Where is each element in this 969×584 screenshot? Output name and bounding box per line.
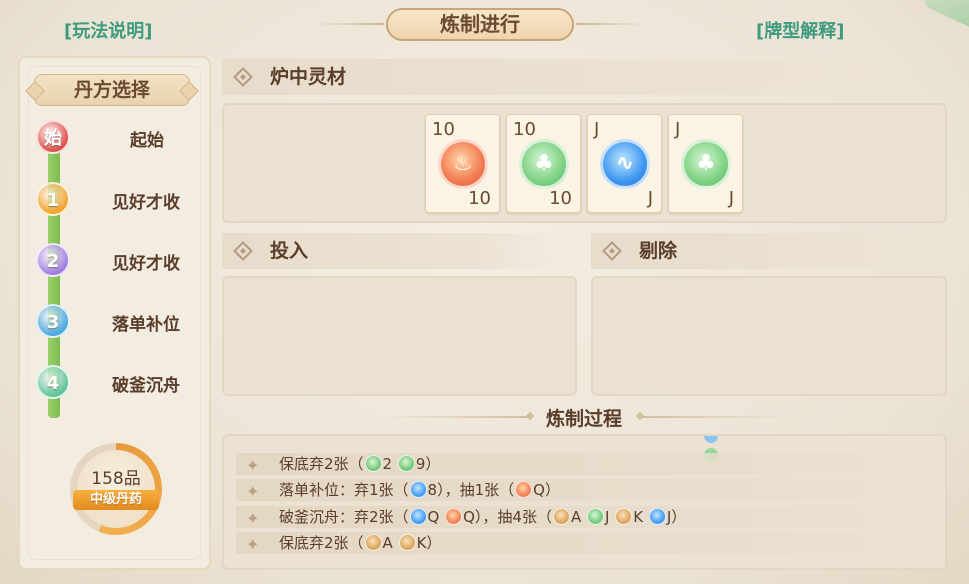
diamond-icon xyxy=(233,67,253,87)
fire-icon: ♨ xyxy=(438,139,488,189)
furnace-box xyxy=(222,103,947,223)
material-card[interactable]: 10 ♣ 10 xyxy=(506,114,581,213)
orb-glyph: ∿ xyxy=(615,151,635,176)
process-log-text: 落单补位：弃1张（ 8），抽1张（ Q） xyxy=(279,481,560,499)
grade-gauge: 158品 中级丹药 xyxy=(70,443,162,535)
recipe-step-1[interactable]: 1 见好才收 xyxy=(36,182,206,218)
rules-link[interactable]: [玩法说明] xyxy=(64,17,152,43)
grade-value: 158品 xyxy=(91,469,141,489)
material-card[interactable]: J ♣ J xyxy=(668,114,743,213)
earth-icon xyxy=(552,508,570,525)
grade-label: 中级丹药 xyxy=(73,490,159,510)
page-title-banner: 炼制进行 xyxy=(314,8,646,41)
fire-icon xyxy=(445,508,463,525)
wood-icon xyxy=(364,455,382,472)
page-title: 炼制进行 xyxy=(386,8,574,41)
process-divider xyxy=(380,416,530,418)
recipe-step-4[interactable]: 4 破釜沉舟 xyxy=(36,365,206,401)
wood-icon xyxy=(587,508,605,525)
remove-drop-area[interactable] xyxy=(591,276,947,396)
grade-gauge-inner: 158品 中级丹药 xyxy=(73,450,159,528)
process-log[interactable]: ✦ 保底弃2张（ 2 9） ✦ 落单补位：弃1张（ 8），抽1张（ Q） ✦ 破釜沉舟：弃2张（… xyxy=(222,434,947,570)
recipe-step-0[interactable]: 始 起始 xyxy=(36,120,206,156)
card-types-link[interactable]: [牌型解释] xyxy=(756,17,844,43)
step-badge-icon: 4 xyxy=(36,365,70,399)
step-badge-icon: 始 xyxy=(36,120,70,154)
earth-icon xyxy=(364,534,382,551)
recipe-step-label: 落单补位 xyxy=(112,315,180,335)
orb-glyph: ♨ xyxy=(453,151,473,176)
wood-icon: ♣ xyxy=(681,139,731,189)
card-rank: 10 xyxy=(432,119,455,140)
remove-header: 剔除 xyxy=(591,233,947,269)
process-title: 炼制过程 xyxy=(546,408,623,430)
step-badge-icon: 3 xyxy=(36,304,70,338)
input-drop-area[interactable] xyxy=(222,276,577,396)
recipe-step-label: 破釜沉舟 xyxy=(112,376,180,396)
recipe-step-label: 起始 xyxy=(130,131,164,151)
input-title: 投入 xyxy=(270,240,309,262)
wood-icon xyxy=(397,455,415,472)
water-icon xyxy=(409,481,427,498)
diamond-icon xyxy=(233,241,253,261)
recipe-panel: 丹方选择 始 起始 1 见好才收 2 见好才收 3 落单补位 4 破釜沉舟 158品 中级丹药 xyxy=(18,56,211,570)
material-card[interactable]: J ∿ J xyxy=(587,114,662,213)
process-log-row: ✦ 落单补位：弃1张（ 8），抽1张（ Q） xyxy=(236,479,940,501)
title-divider xyxy=(314,23,384,25)
orb-glyph: ♣ xyxy=(696,151,716,176)
card-rank: J xyxy=(594,119,600,140)
material-card[interactable]: 10 ♨ 10 xyxy=(425,114,500,213)
card-rank: J xyxy=(647,188,653,209)
game-screen: [玩法说明] [牌型解释] 炼制进行 丹方选择 始 起始 1 见好才收 2 见好才收 3 落单… xyxy=(0,0,969,584)
step-badge-icon: 2 xyxy=(36,243,70,277)
step-badge-icon: 1 xyxy=(36,182,70,216)
diamond-icon xyxy=(602,241,622,261)
card-rank: 10 xyxy=(468,188,491,209)
water-icon xyxy=(648,508,666,525)
recipe-panel-title: 丹方选择 xyxy=(34,74,190,106)
input-header: 投入 xyxy=(222,233,577,269)
sparkle-icon: ✦ xyxy=(246,535,260,554)
process-log-row: ✦ 保底弃2张（ 2 9） xyxy=(236,453,940,475)
sparkle-icon: ✦ xyxy=(246,509,260,528)
corner-decoration xyxy=(923,0,969,31)
recipe-step-2[interactable]: 2 见好才收 xyxy=(36,243,206,279)
remove-title: 剔除 xyxy=(639,240,678,262)
water-icon: ∿ xyxy=(600,139,650,189)
furnace-header: 炉中灵材 xyxy=(222,59,947,95)
scrolled-icons xyxy=(704,436,744,462)
card-rank: J xyxy=(675,119,681,140)
earth-icon xyxy=(398,534,416,551)
sparkle-icon: ✦ xyxy=(246,456,260,475)
process-log-text: 保底弃2张（ A K） xyxy=(279,534,442,552)
fire-icon xyxy=(515,481,533,498)
recipe-step-3[interactable]: 3 落单补位 xyxy=(36,304,206,340)
earth-icon xyxy=(615,508,633,525)
process-log-text: 破釜沉舟：弃2张（ Q Q），抽4张（ A J K J） xyxy=(279,508,687,526)
process-log-row: ✦ 破釜沉舟：弃2张（ Q Q），抽4张（ A J K J） xyxy=(236,506,940,528)
card-rank: 10 xyxy=(549,188,572,209)
recipe-step-label: 见好才收 xyxy=(112,193,180,213)
title-divider xyxy=(576,23,646,25)
furnace-title: 炉中灵材 xyxy=(270,66,347,88)
card-rank: 10 xyxy=(513,119,536,140)
wood-icon: ♣ xyxy=(519,139,569,189)
card-rank: J xyxy=(728,188,734,209)
water-icon xyxy=(409,508,427,525)
process-divider xyxy=(640,416,790,418)
recipe-step-label: 见好才收 xyxy=(112,254,180,274)
process-log-text: 保底弃2张（ 2 9） xyxy=(279,455,441,473)
orb-glyph: ♣ xyxy=(534,151,554,176)
sparkle-icon: ✦ xyxy=(246,482,260,501)
process-log-row: ✦ 保底弃2张（ A K） xyxy=(236,532,940,554)
